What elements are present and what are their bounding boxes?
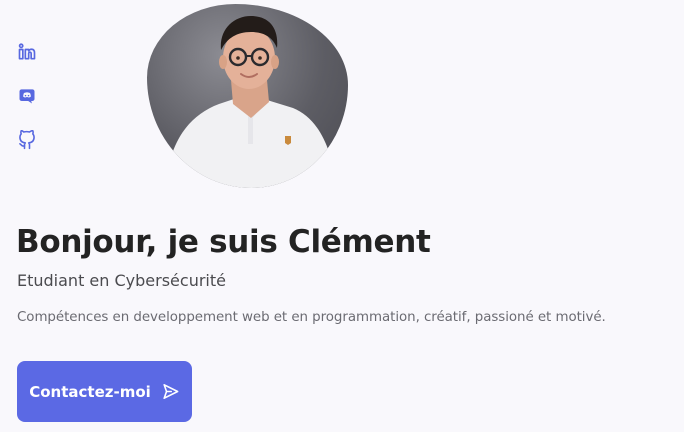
page-description: Compétences en developpement web et en p… [17, 310, 606, 325]
contact-button-label: Contactez-moi [29, 382, 151, 401]
discord-link[interactable] [17, 86, 37, 108]
profile-photo [147, 4, 348, 188]
page-subtitle: Etudiant en Cybersécurité [17, 271, 226, 290]
linkedin-icon [17, 42, 37, 62]
github-icon [17, 130, 37, 150]
discord-icon [17, 86, 37, 106]
send-icon [161, 382, 180, 401]
page-title: Bonjour, je suis Clément [16, 224, 431, 260]
linkedin-link[interactable] [17, 42, 37, 64]
github-link[interactable] [17, 130, 37, 152]
social-links [17, 42, 37, 152]
contact-button[interactable]: Contactez-moi [17, 361, 192, 422]
